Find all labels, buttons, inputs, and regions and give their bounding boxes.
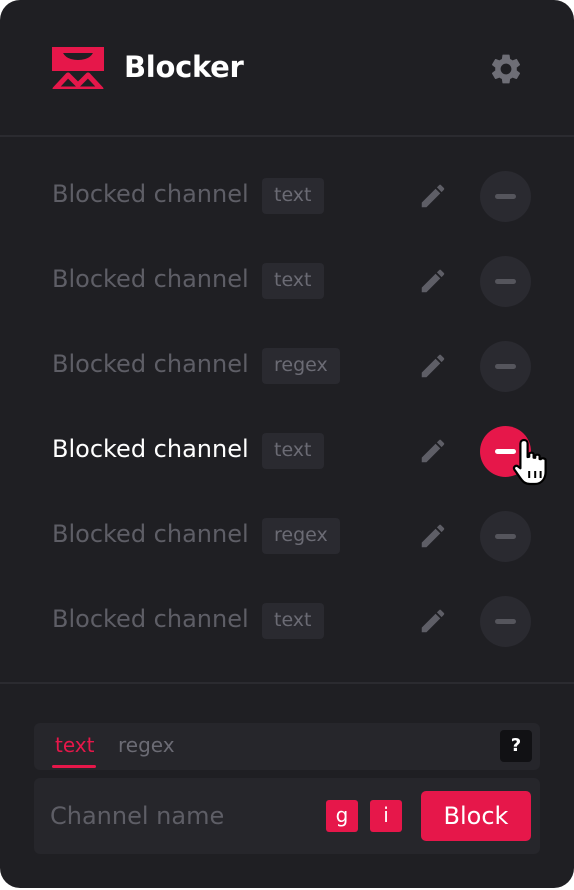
- minus-icon: [495, 279, 516, 284]
- channel-name: Blocked channel: [52, 435, 249, 463]
- remove-button[interactable]: [480, 511, 531, 562]
- minus-icon: [495, 534, 516, 539]
- channel-name: Blocked channel: [52, 265, 249, 293]
- minus-icon: [495, 364, 516, 369]
- list-item: Blocked channel text: [0, 586, 574, 656]
- type-badge: text: [262, 178, 324, 214]
- list-item: Blocked channel regex: [0, 331, 574, 401]
- divider: [0, 682, 574, 684]
- minus-icon: [495, 619, 516, 624]
- channel-name: Blocked channel: [52, 605, 249, 633]
- tab-text[interactable]: text: [55, 733, 94, 757]
- channel-name-input[interactable]: [50, 796, 320, 836]
- tab-regex[interactable]: regex: [118, 733, 175, 757]
- add-channel-bar: g i Block: [34, 778, 540, 854]
- gear-icon[interactable]: [488, 51, 524, 87]
- divider: [0, 135, 574, 137]
- list-item: Blocked channel text: [0, 246, 574, 316]
- pencil-icon[interactable]: [418, 266, 448, 296]
- type-badge: text: [262, 263, 324, 299]
- type-badge: regex: [262, 348, 340, 384]
- type-badge: text: [262, 433, 324, 469]
- type-badge: regex: [262, 518, 340, 554]
- channel-name: Blocked channel: [52, 180, 249, 208]
- list-item: Blocked channel text: [0, 416, 574, 486]
- remove-button[interactable]: [480, 596, 531, 647]
- flag-global-toggle[interactable]: g: [326, 800, 358, 832]
- pencil-icon[interactable]: [418, 521, 448, 551]
- minus-icon: [495, 194, 516, 199]
- pencil-icon[interactable]: [418, 436, 448, 466]
- help-button[interactable]: ?: [500, 730, 532, 762]
- block-button[interactable]: Block: [421, 791, 531, 841]
- tab-underline: [52, 765, 96, 768]
- blocker-panel: Blocker Blocked channel text Blocked cha…: [0, 0, 574, 888]
- type-badge: text: [262, 603, 324, 639]
- hand-cursor-icon: [512, 438, 547, 486]
- remove-button[interactable]: [480, 256, 531, 307]
- blocker-logo-icon: [52, 47, 104, 89]
- channel-name: Blocked channel: [52, 350, 249, 378]
- app-title: Blocker: [124, 50, 244, 84]
- pencil-icon[interactable]: [418, 181, 448, 211]
- channel-name: Blocked channel: [52, 520, 249, 548]
- list-item: Blocked channel regex: [0, 501, 574, 571]
- pencil-icon[interactable]: [418, 606, 448, 636]
- remove-button[interactable]: [480, 171, 531, 222]
- pencil-icon[interactable]: [418, 351, 448, 381]
- list-item: Blocked channel text: [0, 161, 574, 231]
- type-tabs: text regex ?: [34, 723, 540, 770]
- header: Blocker: [0, 0, 574, 136]
- flag-case-insensitive-toggle[interactable]: i: [370, 800, 402, 832]
- remove-button[interactable]: [480, 341, 531, 392]
